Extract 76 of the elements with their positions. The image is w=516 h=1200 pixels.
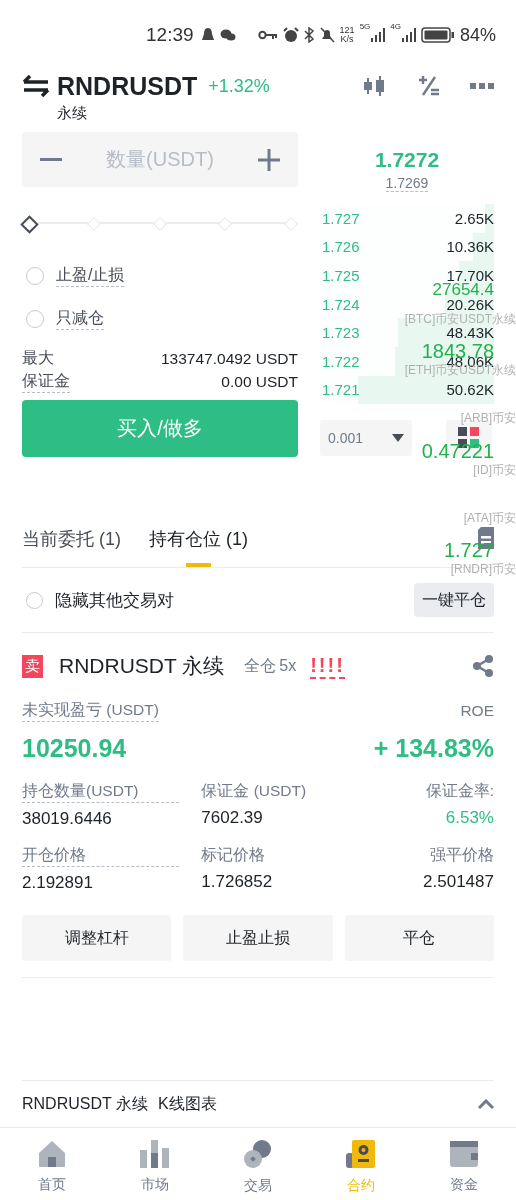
field-label: 保证金率: [425, 781, 494, 801]
position-action-button[interactable]: 调整杠杆 [22, 915, 172, 961]
bid-price[interactable]: 1.721 [320, 381, 360, 399]
field-value: 7602.39 [201, 808, 264, 828]
leverage-label: 5x [279, 657, 297, 675]
bid-quantity: 48.43K [446, 324, 494, 342]
buy-long-button[interactable]: 买入/做多 [22, 400, 298, 457]
precision-value: 0.001 [328, 430, 364, 447]
roe-value: + 134.83% [373, 733, 494, 763]
option-label[interactable]: 止盈/止损 [56, 265, 125, 287]
bid-price[interactable]: 1.726 [320, 238, 360, 256]
bid-price[interactable]: 1.722 [320, 352, 360, 370]
bid-price[interactable]: 1.724 [320, 295, 360, 313]
position-action-button[interactable]: 平仓 [344, 915, 494, 961]
close-all-button[interactable]: 一键平仓 [414, 583, 494, 617]
bid-quantity: 10.36K [446, 238, 494, 256]
field-value: 2.192891 [22, 873, 94, 893]
ticker-price: 27654.4 [432, 282, 494, 298]
bid-quantity: 2.65K [454, 209, 494, 227]
field-label: 保证金 (USDT) [201, 781, 308, 801]
net-unit: K/s [340, 35, 354, 44]
nav-item[interactable]: 市场 [119, 1140, 190, 1194]
bid-price[interactable]: 1.725 [320, 267, 360, 284]
nav-item[interactable]: 首页 [16, 1140, 87, 1194]
bid-quantity: 20.26K [446, 295, 494, 313]
ticker-label: [RNDR]币安 [450, 561, 516, 577]
price-change: +1.32% [208, 75, 270, 97]
bid-quantity: 50.62K [446, 381, 494, 399]
summary-value: 0.00 USDT [221, 372, 298, 391]
ticker-price: 0.47221 [421, 440, 494, 462]
contract-type: 永续 [57, 104, 88, 123]
margin-mode: 全仓 [244, 655, 277, 676]
last-price: 1.7272 [374, 148, 440, 172]
ticker-price: 1.727 [443, 539, 494, 561]
chart-bar-label[interactable]: K线图表 [157, 1093, 217, 1115]
summary-value: 133747.0492 USDT [161, 349, 298, 368]
battery-level: 84% [459, 24, 496, 46]
mark-price[interactable]: 1.7269 [385, 175, 429, 192]
ticker-label: [ATA]币安 [463, 510, 516, 526]
option-label[interactable]: 只减仓 [56, 308, 104, 330]
summary-label: 最大 [22, 348, 54, 368]
field-value: 1.726852 [201, 872, 274, 892]
status-time: 12:39 [146, 24, 194, 46]
field-label: 强平价格 [430, 845, 494, 865]
ticker-label: [ARB]币安 [460, 410, 516, 426]
bid-price[interactable]: 1.723 [320, 324, 360, 342]
symbol-title[interactable]: RNDRUSDT [57, 71, 198, 101]
risk-alert[interactable]: !!!! [310, 653, 345, 679]
quantity-field[interactable]: 数量(USDT) [22, 132, 298, 187]
chart-bar-symbol[interactable]: RNDRUSDT 永续 [22, 1093, 148, 1115]
field-label: 持仓数量(USDT) [22, 781, 180, 803]
field-label: 标记价格 [201, 845, 267, 865]
pnl-value: 10250.94 [22, 733, 127, 763]
nav-item[interactable]: 交易 [222, 1139, 293, 1195]
nav-item[interactable]: 资金 [429, 1140, 500, 1194]
field-label: 开仓价格 [22, 845, 180, 867]
field-value: 2.501487 [423, 872, 494, 892]
bid-price[interactable]: 1.727 [320, 209, 360, 227]
precision-dropdown[interactable]: 0.001 [320, 420, 412, 457]
network-type: 5G [359, 22, 371, 31]
field-value: 38019.6446 [22, 809, 113, 829]
hide-pairs-label[interactable]: 隐藏其他交易对 [55, 588, 174, 612]
bid-quantity: 17.70K [446, 267, 494, 284]
tab[interactable]: 当前委托 (1) [22, 527, 121, 567]
net-speed: 121 [339, 26, 355, 35]
position-symbol: RNDRUSDT 永续 [59, 653, 225, 679]
field-value: 6.53% [445, 808, 494, 828]
ticker-label: [BTC]币安USDT永续 [404, 311, 516, 327]
summary-label: 保证金 [22, 370, 70, 393]
quantity-input[interactable]: 数量(USDT) [70, 147, 250, 172]
sell-badge: 卖 [22, 654, 43, 678]
pnl-label[interactable]: 未实现盈亏 (USDT) [22, 700, 159, 722]
roe-label: ROE [460, 702, 494, 720]
ticker-label: [ID]币安 [473, 462, 516, 478]
network-type: 4G [390, 22, 401, 31]
position-action-button[interactable]: 止盈止损 [183, 915, 333, 961]
